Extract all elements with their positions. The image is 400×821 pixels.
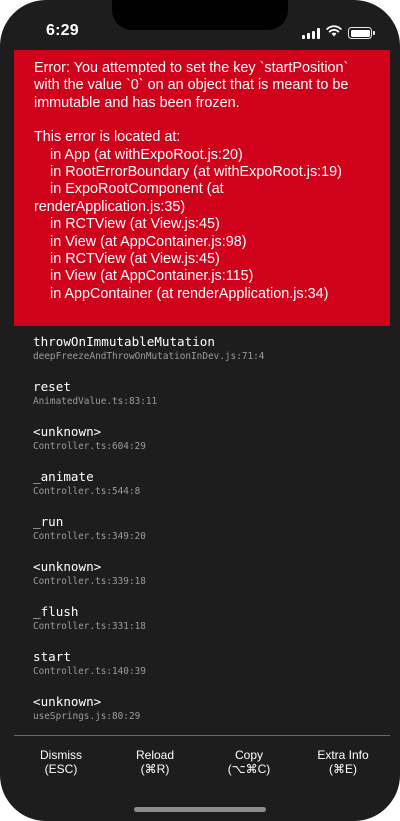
copy-shortcut: (⌥⌘C) (227, 762, 271, 776)
stack-frame[interactable]: <unknown> Controller.ts:339:18 (33, 559, 383, 604)
stack-frame-method: <unknown> (33, 694, 102, 709)
status-icons (302, 24, 375, 42)
component-stack-item: in View (at AppContainer.js:98) (34, 233, 247, 250)
stack-frame-method: _animate (33, 469, 94, 484)
stack-frame-file: Controller.ts:331:18 (33, 621, 146, 632)
reload-label: Reload (135, 748, 175, 762)
device-notch (112, 0, 288, 30)
stack-frame[interactable]: <unknown> useSprings.js:80:29 (33, 694, 383, 739)
stack-frame-file: Controller.ts:339:18 (33, 576, 146, 587)
stack-frame-file: useSprings.js:80:29 (33, 711, 141, 722)
component-stack-item: in App (at withExpoRoot.js:20) (34, 146, 243, 163)
component-stack-item: in AppContainer (at renderApplication.js… (34, 285, 329, 302)
stack-frame[interactable]: start Controller.ts:140:39 (33, 649, 383, 694)
component-stack-item: in ExpoRootComponent (at renderApplicati… (34, 181, 228, 215)
component-stack-item: in RCTView (at View.js:45) (34, 251, 220, 268)
stack-frame[interactable]: <unknown> Controller.ts:604:29 (33, 424, 383, 469)
phone-screen: 6:29 Error: You attempted to set the key… (0, 0, 400, 821)
copy-button[interactable]: Copy (⌥⌘C) (202, 736, 296, 781)
error-message-box: Error: You attempted to set the key `sta… (14, 50, 390, 326)
stack-frame-file: deepFreezeAndThrowOnMutationInDev.js:71:… (33, 351, 265, 362)
component-stack-item: in RootErrorBoundary (at withExpoRoot.js… (34, 164, 342, 181)
stack-frame-method: <unknown> (33, 424, 102, 439)
stack-frame-method: start (33, 649, 71, 664)
stack-frame-file: Controller.ts:140:39 (33, 666, 146, 677)
stack-frame-file: Controller.ts:544:8 (33, 486, 141, 497)
stack-trace-list: throwOnImmutableMutation deepFreezeAndTh… (33, 334, 383, 739)
stack-frame-method: reset (33, 379, 71, 394)
cellular-signal-icon (302, 27, 320, 39)
battery-icon (348, 27, 375, 39)
copy-label: Copy (234, 748, 263, 762)
reload-button[interactable]: Reload (⌘R) (108, 736, 202, 781)
stack-frame-method: _run (33, 514, 64, 529)
stack-frame[interactable]: throwOnImmutableMutation deepFreezeAndTh… (33, 334, 383, 379)
stack-frame[interactable]: reset AnimatedValue.ts:83:11 (33, 379, 383, 424)
stack-frame[interactable]: _animate Controller.ts:544:8 (33, 469, 383, 514)
wifi-icon (326, 24, 342, 42)
stack-frame-method: _flush (33, 604, 79, 619)
component-stack-list: in App (at withExpoRoot.js:20) in RootEr… (34, 147, 372, 304)
status-time: 6:29 (46, 22, 79, 39)
stack-frame-file: Controller.ts:604:29 (33, 441, 146, 452)
component-stack-item: in RCTView (at View.js:45) (34, 216, 220, 233)
battery-level-fill (350, 29, 370, 37)
extra-info-button[interactable]: Extra Info (⌘E) (296, 736, 390, 781)
redbox-toolbar: Dismiss (ESC) Reload (⌘R) Copy (⌥⌘C) Ext… (14, 735, 390, 781)
error-message: Error: You attempted to set the key `sta… (34, 60, 353, 111)
stack-frame-method: <unknown> (33, 559, 102, 574)
component-stack-item: in View (at AppContainer.js:115) (34, 268, 254, 285)
dismiss-button[interactable]: Dismiss (ESC) (14, 736, 108, 781)
stack-frame-file: AnimatedValue.ts:83:11 (33, 396, 158, 407)
stack-frame-file: Controller.ts:349:20 (33, 531, 146, 542)
error-location-title: This error is located at: (34, 129, 181, 146)
stack-frame-method: throwOnImmutableMutation (33, 334, 215, 349)
extra-info-shortcut: (⌘E) (329, 762, 357, 776)
stack-frame[interactable]: _run Controller.ts:349:20 (33, 514, 383, 559)
dismiss-label: Dismiss (40, 748, 82, 762)
dismiss-shortcut: (ESC) (44, 762, 78, 776)
home-indicator[interactable] (134, 807, 266, 812)
reload-shortcut: (⌘R) (140, 762, 170, 776)
stack-frame[interactable]: _flush Controller.ts:331:18 (33, 604, 383, 649)
status-bar: 6:29 (0, 0, 400, 48)
extra-info-label: Extra Info (317, 748, 369, 762)
